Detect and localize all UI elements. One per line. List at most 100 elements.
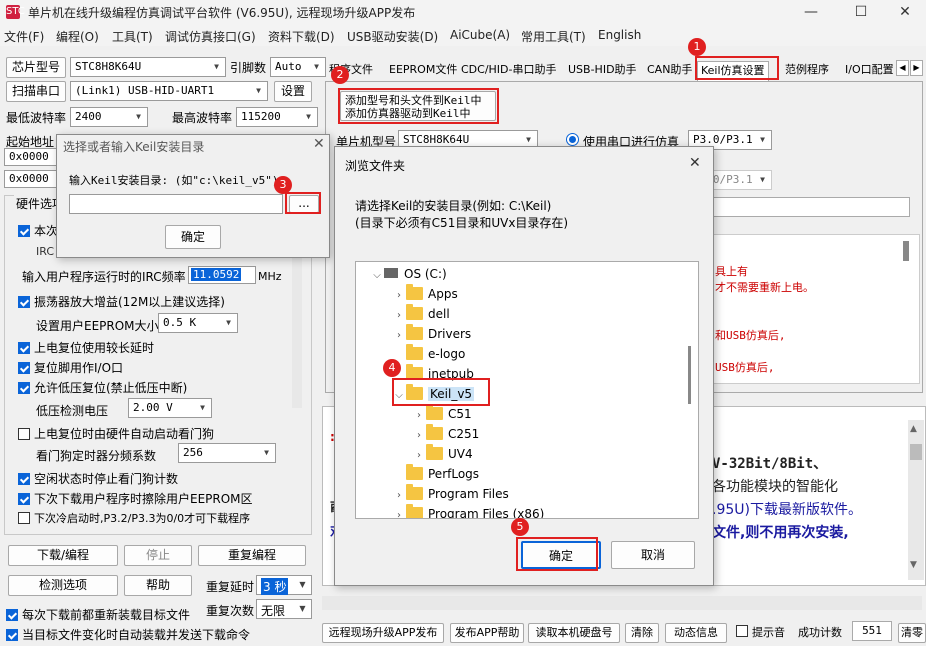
publish-help-button[interactable]: 发布APP帮助 — [450, 623, 524, 643]
folder-icon — [426, 404, 443, 420]
tab-usb-hid[interactable]: USB-HID助手 — [565, 61, 640, 81]
max-baud-value: 115200 — [241, 110, 281, 123]
port-select[interactable]: (Link1) USB-HID-UART1 ▼ — [70, 81, 268, 101]
dynamic-info-button[interactable]: 动态信息 — [665, 623, 727, 643]
max-baud-select[interactable]: 115200 ▼ — [236, 107, 318, 127]
tab-cdc-hid[interactable]: CDC/HID-串口助手 — [458, 61, 560, 81]
menu-debug[interactable]: 调试仿真接口(G) — [165, 28, 256, 45]
keil-dir-dialog-title: 选择或者输入Keil安装目录 — [63, 140, 205, 154]
menu-download[interactable]: 资料下载(D) — [268, 28, 335, 45]
menu-file[interactable]: 文件(F) — [4, 28, 44, 45]
tab-next-icon[interactable]: ▶ — [910, 60, 923, 76]
scan-port-button[interactable]: 扫描串口 — [6, 81, 66, 102]
tree-item-c51[interactable]: › C51 — [412, 404, 472, 424]
tree-item-dell[interactable]: › dell — [392, 304, 450, 324]
serial-sim-radio[interactable] — [566, 133, 579, 146]
log-line-4: 文件,则不用再次安装, — [712, 525, 849, 541]
addr-field-1[interactable]: 0x0000 — [4, 148, 58, 166]
tree-item-drivers[interactable]: › Drivers — [392, 324, 471, 344]
tree-item-program-files-x86[interactable]: › Program Files (x86) — [392, 504, 544, 518]
browse-cancel-button[interactable]: 取消 — [611, 541, 695, 569]
download-button[interactable]: 下载/编程 — [8, 545, 118, 566]
lvr-checkbox[interactable]: 允许低压复位(禁止低压中断) — [18, 379, 187, 396]
option-row-1[interactable]: 本次 — [18, 222, 58, 239]
addr-field-2[interactable]: 0x0000 — [4, 170, 58, 188]
tree-item-drive[interactable]: ⌵ OS (C:) — [370, 264, 446, 284]
close-icon[interactable]: ✕ — [882, 0, 926, 26]
repeat-count-select[interactable]: 无限 ▼ — [256, 599, 312, 619]
max-baud-label: 最高波特率 — [172, 111, 233, 125]
chevron-down-icon: ▼ — [760, 175, 765, 184]
wdt-div-select[interactable]: 256 ▼ — [178, 443, 276, 463]
menu-program[interactable]: 编程(O) — [56, 28, 99, 45]
beep-checkbox[interactable] — [736, 625, 748, 637]
highlight-keil-tab — [695, 56, 779, 80]
menu-aicube[interactable]: AiCube(A) — [450, 28, 510, 42]
clear-button[interactable]: 清除 — [625, 623, 659, 643]
tree-item-c251[interactable]: › C251 — [412, 424, 479, 444]
scroll-down-icon[interactable]: ▼ — [910, 560, 917, 570]
eeprom-select[interactable]: 0.5 K ▼ — [158, 313, 238, 333]
min-baud-select[interactable]: 2400 ▼ — [70, 107, 148, 127]
idle-wdt-checkbox[interactable]: 空闲状态时停止看门狗计数 — [18, 470, 178, 487]
tab-examples[interactable]: 范例程序 — [782, 61, 832, 81]
minimize-icon[interactable]: — — [788, 0, 834, 26]
menu-tools[interactable]: 工具(T) — [112, 28, 153, 45]
keil-path-field[interactable] — [710, 197, 910, 217]
keil-dir-input[interactable] — [69, 194, 283, 214]
pin-select[interactable]: Auto ▼ — [270, 57, 326, 77]
browse-dialog-title: 浏览文件夹 — [345, 159, 406, 173]
irc-input[interactable]: 11.0592 — [188, 266, 256, 284]
menu-common[interactable]: 常用工具(T) — [521, 28, 586, 45]
erase-eeprom-checkbox[interactable]: 下次下载用户程序时擦除用户EEPROM区 — [18, 490, 253, 507]
tree-item-program-files[interactable]: › Program Files — [392, 484, 509, 504]
stop-button[interactable]: 停止 — [124, 545, 192, 566]
folder-icon — [406, 464, 423, 480]
chip-select[interactable]: STC8H8K64U ▼ — [70, 57, 226, 77]
folder-icon — [426, 444, 443, 460]
step-badge-1: 1 — [688, 38, 706, 56]
reprogram-button[interactable]: 重复编程 — [198, 545, 306, 566]
chevron-down-icon: ▼ — [306, 112, 311, 121]
close-icon[interactable]: ✕ — [689, 155, 701, 171]
tab-can[interactable]: CAN助手 — [644, 61, 695, 81]
folder-icon — [406, 284, 423, 300]
reload-checkbox[interactable]: 每次下载前都重新装载目标文件 — [6, 606, 190, 623]
tree-item-elogo[interactable]: e-logo — [392, 344, 465, 364]
scroll-up-icon[interactable]: ▲ — [910, 424, 917, 434]
chevron-down-icon: ▼ — [226, 318, 231, 327]
tree-scrollbar[interactable] — [688, 346, 691, 404]
reset-count-button[interactable]: 清零 — [898, 623, 926, 643]
menu-usb[interactable]: USB驱动安装(D) — [347, 28, 438, 45]
h-scrollbar[interactable] — [322, 596, 922, 610]
tab-prev-icon[interactable]: ◀ — [896, 60, 909, 76]
folder-icon — [406, 484, 423, 500]
eeprom-label: 设置用户EEPROM大小 — [36, 319, 159, 333]
scroll-thumb[interactable] — [910, 444, 922, 460]
menu-english[interactable]: English — [598, 28, 641, 42]
min-baud-value: 2400 — [75, 110, 102, 123]
help-button[interactable]: 帮助 — [124, 575, 192, 596]
autoload-checkbox[interactable]: 当目标文件变化时自动装载并发送下载命令 — [6, 626, 250, 643]
tab-io-config[interactable]: I/O口配置 — [842, 61, 894, 81]
tree-item-perflogs[interactable]: PerfLogs — [392, 464, 479, 484]
tab-eeprom-file[interactable]: EEPROM文件 — [386, 61, 460, 81]
close-icon[interactable]: ✕ — [313, 136, 325, 152]
keil-dir-ok-button[interactable]: 确定 — [165, 225, 221, 249]
settings-button[interactable]: 设置 — [274, 81, 312, 102]
long-delay-checkbox[interactable]: 上电复位使用较长延时 — [18, 339, 154, 356]
tree-item-uv4[interactable]: › UV4 — [412, 444, 473, 464]
remote-upgrade-button[interactable]: 远程现场升级APP发布 — [322, 623, 444, 643]
p32-checkbox[interactable]: 下次冷启动时,P3.2/P3.3为0/0才可下载程序 — [18, 510, 250, 526]
read-disk-button[interactable]: 读取本机硬盘号 — [528, 623, 620, 643]
detect-options-button[interactable]: 检测选项 — [8, 575, 118, 596]
step-badge-5: 5 — [511, 518, 529, 536]
tree-item-apps[interactable]: › Apps — [392, 284, 458, 304]
wdt-checkbox[interactable]: 上电复位时由硬件自动启动看门狗 — [18, 425, 214, 442]
osc-gain-checkbox[interactable]: 振荡器放大增益(12M以上建议选择) — [18, 293, 225, 310]
repeat-delay-select[interactable]: 3 秒 ▼ — [256, 575, 312, 595]
reset-io-checkbox[interactable]: 复位脚用作I/O口 — [18, 359, 123, 376]
lvd-label: 低压检测电压 — [36, 404, 109, 418]
maximize-icon[interactable]: ☐ — [838, 0, 884, 26]
lvd-select[interactable]: 2.00 V ▼ — [128, 398, 212, 418]
